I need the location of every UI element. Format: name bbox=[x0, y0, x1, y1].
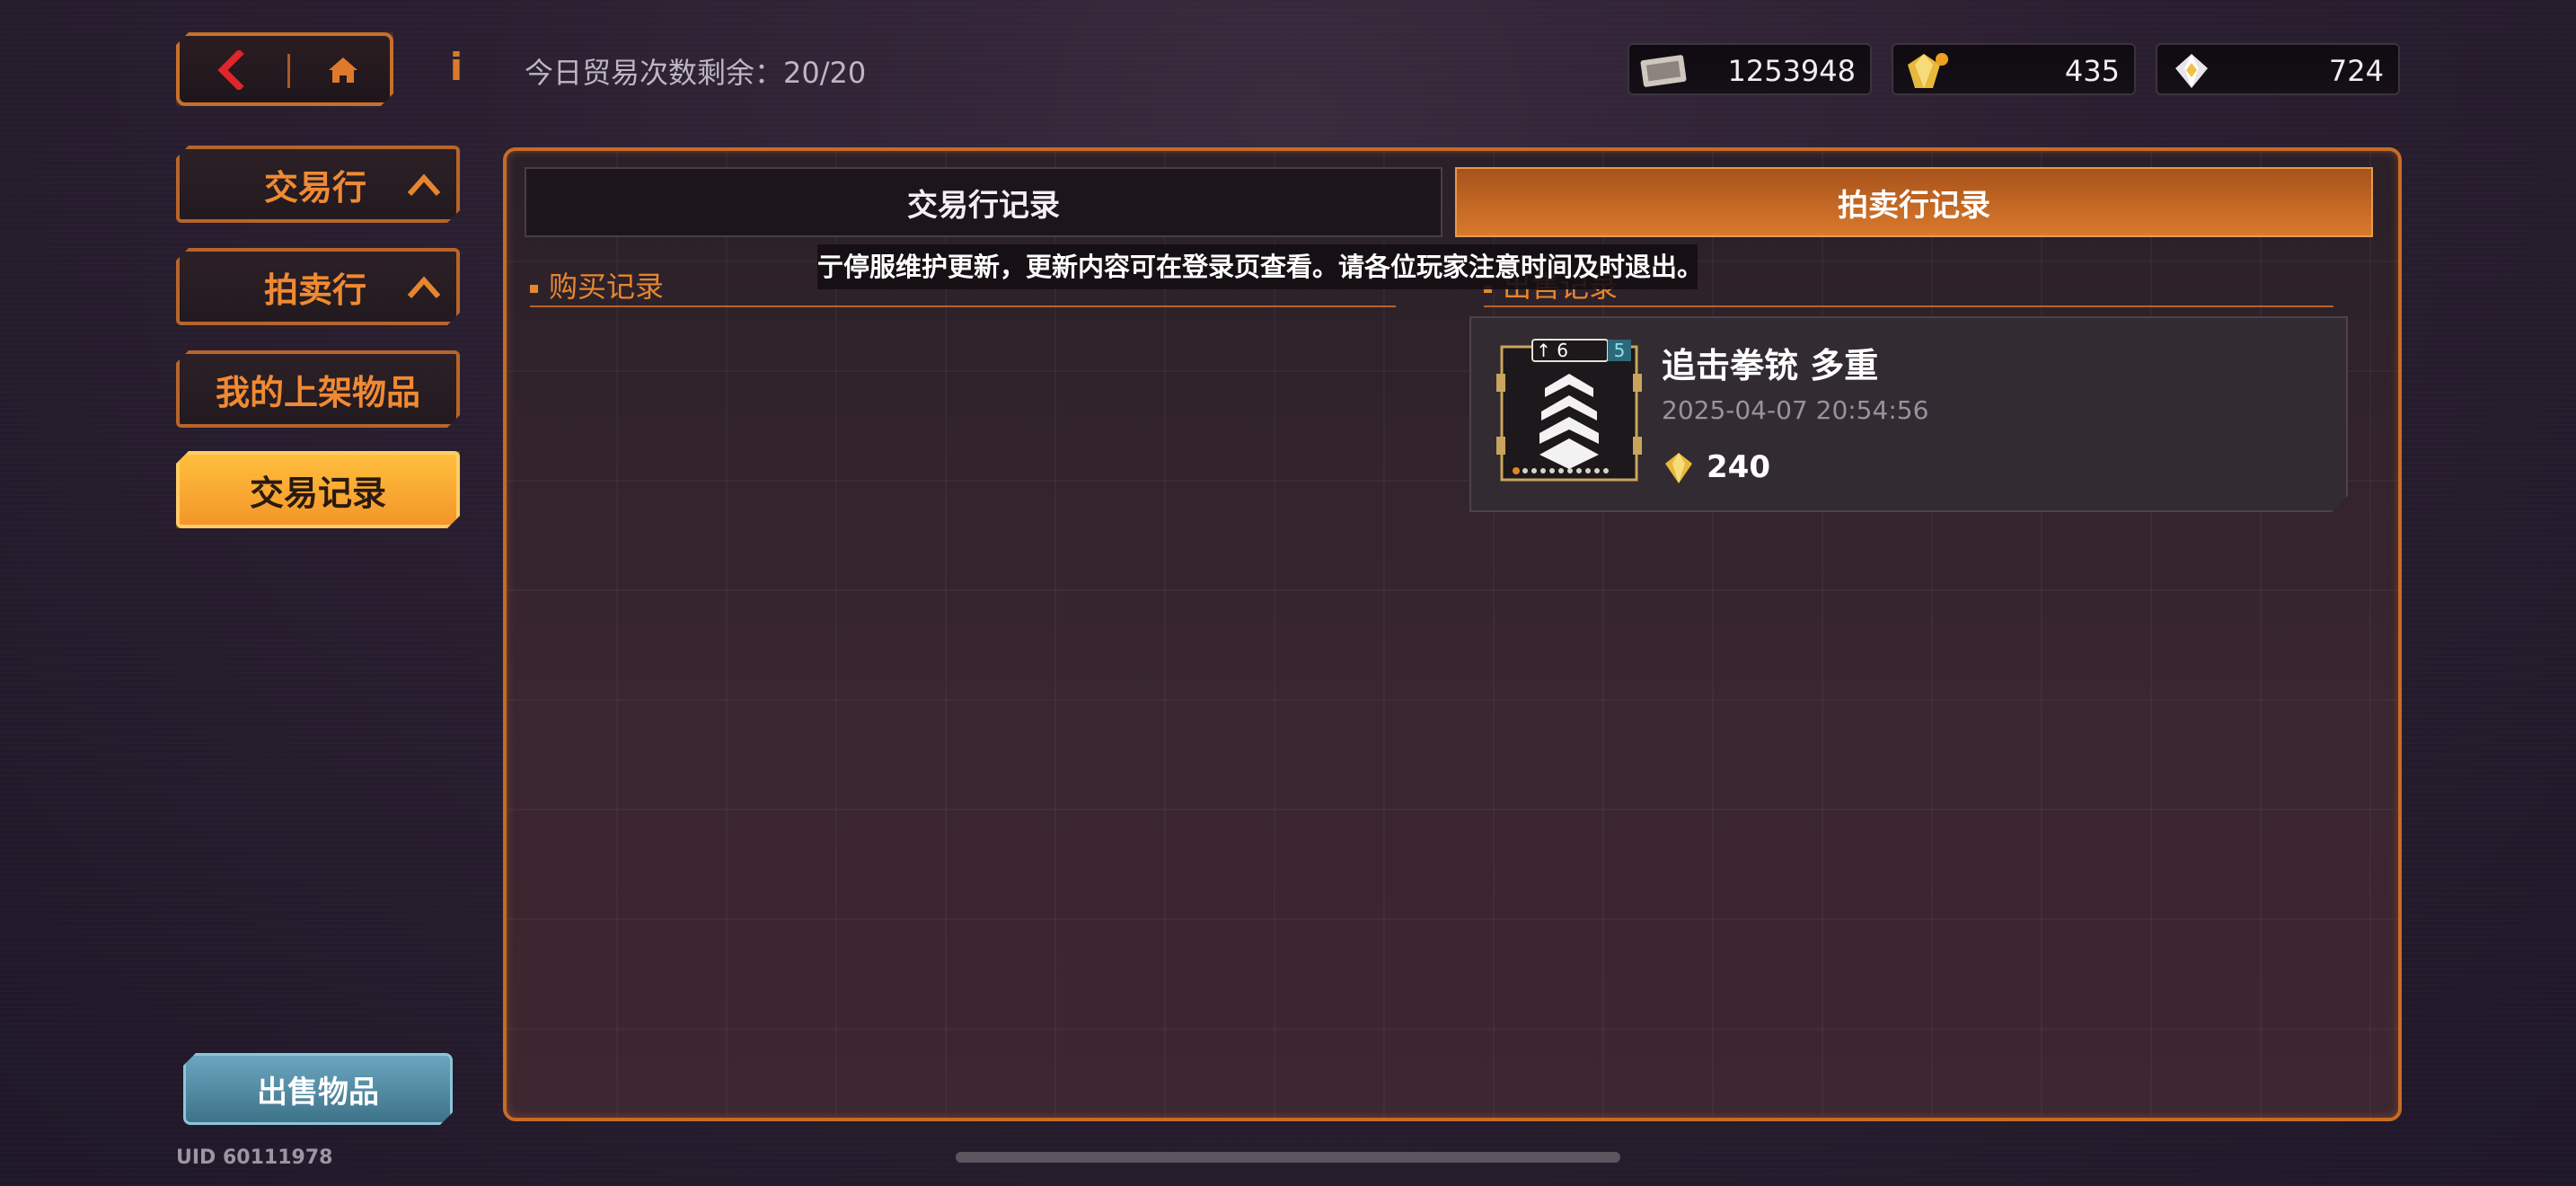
info-icon[interactable]: i bbox=[446, 47, 467, 88]
uid-label: UID 60111978 bbox=[176, 1146, 333, 1169]
item-level: ↑ 6 bbox=[1514, 340, 1590, 361]
sidebar-item-label: 拍卖行 bbox=[264, 270, 367, 310]
purchase-section-divider bbox=[530, 305, 1396, 307]
sale-record-card[interactable]: ↑ 6 5 追击拳铳 多重 2025-04-07 20:54:56 240 bbox=[1469, 316, 2348, 512]
gold-gem-icon bbox=[1662, 451, 1696, 485]
sidebar-item-label: 交易记录 bbox=[249, 473, 386, 513]
diamond-currency[interactable]: 724 bbox=[2156, 43, 2400, 95]
sidebar-item-auction[interactable]: 拍卖行 bbox=[176, 248, 460, 325]
gold-gem-icon bbox=[1908, 53, 1948, 88]
home-indicator[interactable] bbox=[956, 1152, 1620, 1163]
trade-count-label: 今日贸易次数剩余：20/20 bbox=[525, 56, 867, 90]
item-timestamp: 2025-04-07 20:54:56 bbox=[1662, 395, 1929, 425]
ticket-icon bbox=[1640, 55, 1687, 87]
sidebar-item-trade-records[interactable]: 交易记录 bbox=[176, 451, 460, 528]
diamond-icon bbox=[2175, 54, 2208, 88]
back-arrow-icon bbox=[214, 50, 250, 90]
chevron-up-icon bbox=[406, 169, 442, 201]
home-icon bbox=[325, 52, 361, 88]
sidebar-item-my-listings[interactable]: 我的上架物品 bbox=[176, 350, 460, 428]
home-button[interactable] bbox=[307, 47, 379, 93]
sidebar-item-exchange[interactable]: 交易行 bbox=[176, 146, 460, 223]
item-name: 追击拳铳 多重 bbox=[1662, 346, 1879, 385]
tab-auction-records[interactable]: 拍卖行记录 bbox=[1455, 167, 2373, 237]
level-up-icon: ↑ bbox=[1536, 340, 1557, 361]
sale-section-divider bbox=[1484, 305, 2333, 307]
diamond-value: 724 bbox=[2328, 54, 2384, 88]
sell-item-button[interactable]: 出售物品 bbox=[183, 1053, 453, 1125]
maintenance-notice: 亍停服维护更新，更新内容可在登录页查看。请各位玩家注意时间及时退出。 bbox=[817, 244, 1698, 289]
gold-gem-value: 435 bbox=[2064, 54, 2120, 88]
nav-box bbox=[176, 32, 393, 106]
sidebar-item-label: 交易行 bbox=[264, 167, 367, 208]
ticket-currency[interactable]: 1253948 bbox=[1628, 43, 1872, 95]
sidebar-item-label: 我的上架物品 bbox=[215, 372, 420, 412]
item-price: 240 bbox=[1707, 449, 1770, 485]
tab-exchange-records[interactable]: 交易行记录 bbox=[525, 167, 1442, 237]
nav-separator bbox=[287, 54, 290, 88]
item-badge: 5 bbox=[1613, 340, 1626, 361]
ticket-value: 1253948 bbox=[1727, 54, 1856, 88]
purchase-section-title: 购买记录 bbox=[530, 264, 664, 305]
records-panel: 交易行记录 拍卖行记录 购买记录 出售记录 bbox=[503, 147, 2402, 1121]
gold-gem-currency[interactable]: 435 bbox=[1892, 43, 2136, 95]
chevron-up-icon bbox=[406, 271, 442, 304]
item-level-value: 6 bbox=[1557, 340, 1568, 361]
back-button[interactable] bbox=[196, 47, 268, 93]
